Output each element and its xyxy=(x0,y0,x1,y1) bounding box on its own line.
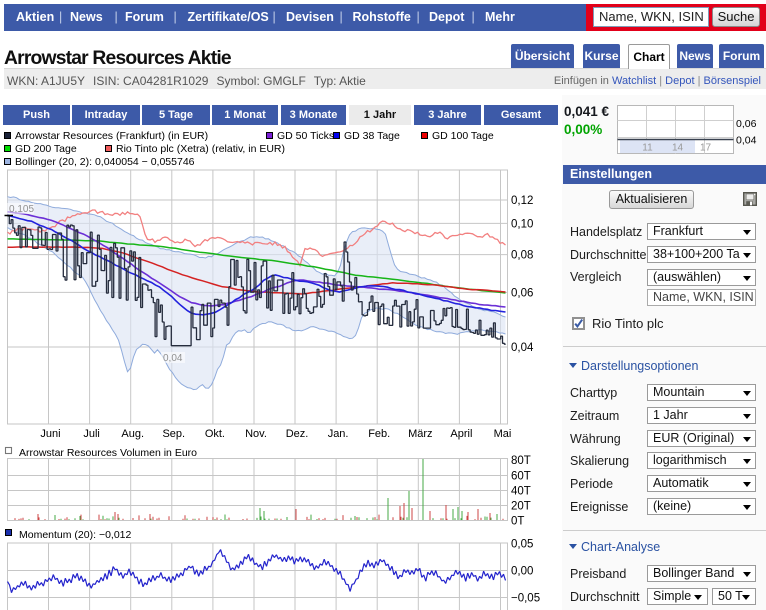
svg-text:Juni: Juni xyxy=(40,428,60,440)
svg-text:60T: 60T xyxy=(511,471,531,483)
svg-text:Okt.: Okt. xyxy=(205,428,225,440)
svg-text:Dez.: Dez. xyxy=(286,428,309,440)
svg-text:0,08: 0,08 xyxy=(511,250,533,262)
svg-text:17: 17 xyxy=(700,143,712,154)
svg-text:0,10: 0,10 xyxy=(511,218,533,230)
svg-text:Jan.: Jan. xyxy=(328,428,349,440)
svg-text:Arrowstar Resources Volumen in: Arrowstar Resources Volumen in Euro xyxy=(19,447,197,459)
svg-text:11: 11 xyxy=(642,143,653,154)
svg-text:0,12: 0,12 xyxy=(511,195,533,207)
svg-text:−0,05: −0,05 xyxy=(511,593,540,605)
svg-text:Sep.: Sep. xyxy=(162,428,185,440)
svg-text:20T: 20T xyxy=(511,501,531,513)
svg-text:0,04: 0,04 xyxy=(736,135,757,147)
svg-text:Mai: Mai xyxy=(494,428,512,440)
svg-text:80T: 80T xyxy=(511,455,531,467)
svg-text:0,105: 0,105 xyxy=(9,204,34,215)
svg-text:Juli: Juli xyxy=(83,428,100,440)
svg-text:0,04: 0,04 xyxy=(511,342,534,354)
svg-text:April: April xyxy=(450,428,472,440)
svg-text:März: März xyxy=(408,428,432,440)
svg-text:0,06: 0,06 xyxy=(736,118,757,130)
svg-text:0,05: 0,05 xyxy=(511,539,533,551)
svg-text:0,06: 0,06 xyxy=(511,287,533,299)
svg-text:0T: 0T xyxy=(511,516,524,528)
svg-text:40T: 40T xyxy=(511,486,531,498)
svg-text:Feb.: Feb. xyxy=(368,428,390,440)
svg-text:Momentum (20): −0,012: Momentum (20): −0,012 xyxy=(19,529,132,541)
svg-text:0,04: 0,04 xyxy=(163,353,183,364)
svg-text:Nov.: Nov. xyxy=(245,428,267,440)
svg-text:14: 14 xyxy=(672,143,684,154)
svg-text:Aug.: Aug. xyxy=(121,428,144,440)
svg-text:0,00: 0,00 xyxy=(511,566,533,578)
